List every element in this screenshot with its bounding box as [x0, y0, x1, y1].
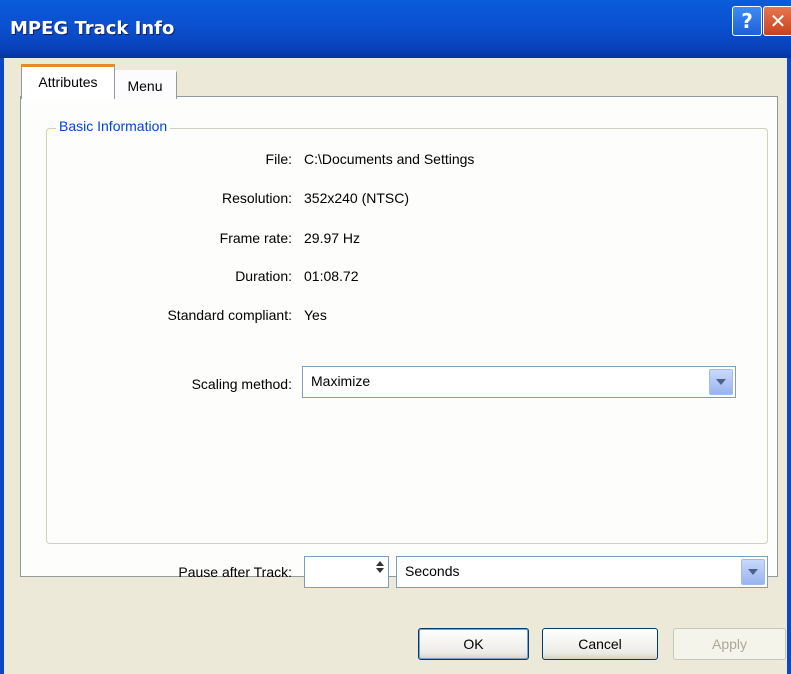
help-icon[interactable]: ?	[732, 6, 762, 36]
file-label: File:	[265, 151, 292, 167]
pause-unit-value: Seconds	[405, 563, 460, 579]
ok-button[interactable]: OK	[418, 628, 529, 660]
window-title: MPEG Track Info	[10, 18, 175, 39]
window-border-right	[787, 58, 791, 674]
tab-attributes[interactable]: Attributes	[21, 64, 115, 99]
standard-compliant-label: Standard compliant:	[167, 307, 292, 323]
cancel-button[interactable]: Cancel	[542, 628, 658, 660]
spin-down-icon[interactable]	[376, 568, 384, 573]
group-title: Basic Information	[56, 118, 171, 134]
pause-unit-dropdown[interactable]: Seconds	[396, 556, 768, 588]
frame-rate-label: Frame rate:	[219, 230, 292, 246]
scaling-method-dropdown[interactable]: Maximize	[302, 366, 736, 398]
spin-arrows-icon[interactable]	[376, 559, 384, 581]
standard-compliant-value: Yes	[304, 307, 327, 323]
resolution-label: Resolution:	[221, 190, 292, 206]
duration-value: 01:08.72	[304, 268, 359, 284]
duration-label: Duration:	[235, 268, 292, 284]
frame-rate-value: 29.97 Hz	[304, 230, 361, 246]
close-icon[interactable]: ✕	[763, 6, 791, 36]
resolution-value: 352x240 (NTSC)	[304, 190, 410, 206]
dialog-window: MPEG Track Info ? ✕ Attributes Menu Basi…	[0, 0, 791, 674]
tab-menu[interactable]: Menu	[113, 70, 177, 99]
scaling-method-value: Maximize	[311, 373, 371, 389]
spin-up-icon[interactable]	[376, 561, 384, 566]
apply-button[interactable]: Apply	[673, 628, 786, 660]
pause-after-track-label: Pause after Track:	[178, 564, 292, 580]
chevron-down-icon[interactable]	[709, 369, 733, 395]
pause-duration-input[interactable]	[304, 556, 389, 588]
window-border-left	[0, 58, 4, 674]
scaling-method-label: Scaling method:	[191, 376, 292, 392]
file-value: C:\Documents and Settings	[304, 151, 475, 167]
title-bar[interactable]: MPEG Track Info ? ✕	[0, 0, 791, 58]
chevron-down-icon[interactable]	[741, 559, 765, 585]
